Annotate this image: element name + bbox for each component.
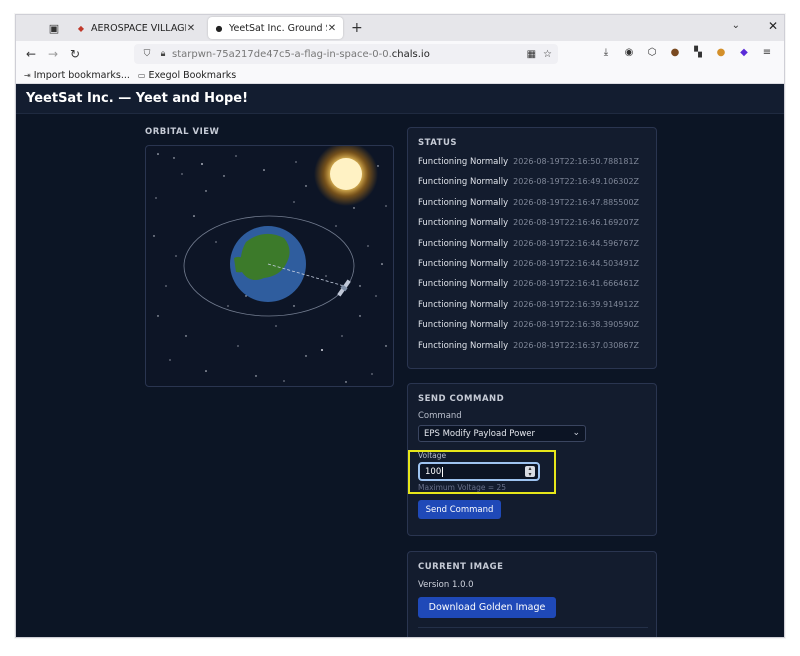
tab-close-icon[interactable]: ✕ bbox=[186, 23, 196, 34]
extension-diamond-icon[interactable]: ◆ bbox=[738, 47, 750, 58]
browser-window: ▣ ◆ AEROSPACE VILLAGE S ✕ ● YeetSat Inc.… bbox=[15, 14, 785, 638]
status-text: Functioning Normally bbox=[418, 259, 509, 269]
status-text: Functioning Normally bbox=[418, 320, 509, 330]
status-row: Functioning Normally 2026-08-19T22:16:47.… bbox=[418, 198, 639, 208]
nav-toolbar: ← → ↻ ⛉ 🔒︎ starpwn-75a217de47c5-a-flag-i… bbox=[16, 41, 784, 67]
send-command-heading: SEND COMMAND bbox=[418, 394, 505, 404]
status-row: Functioning Normally 2026-08-19T22:16:39.… bbox=[418, 300, 639, 310]
status-timestamp: 2026-08-19T22:16:50.788181Z bbox=[513, 157, 640, 166]
orbital-canvas bbox=[153, 146, 387, 383]
site-info-icon[interactable]: ⛉ bbox=[140, 49, 154, 59]
status-row: Functioning Normally 2026-08-19T22:16:49.… bbox=[418, 177, 639, 187]
tab-favicon-icon: ◆ bbox=[77, 23, 85, 33]
status-row: Functioning Normally 2026-08-19T22:16:46.… bbox=[418, 218, 639, 228]
voltage-stepper-icon[interactable]: ▴ ▾ bbox=[525, 466, 535, 477]
status-text: Functioning Normally bbox=[418, 239, 509, 249]
status-timestamp: 2026-08-19T22:16:47.885500Z bbox=[513, 198, 640, 207]
chevron-down-icon: ⌄ bbox=[572, 428, 580, 438]
downloads-icon[interactable]: ⤓ bbox=[600, 47, 612, 58]
current-image-heading: CURRENT IMAGE bbox=[418, 562, 504, 572]
tab-strip: ▣ ◆ AEROSPACE VILLAGE S ✕ ● YeetSat Inc.… bbox=[16, 15, 784, 41]
status-row: Functioning Normally 2026-08-19T22:16:41.… bbox=[418, 279, 639, 289]
status-timestamp: 2026-08-19T22:16:46.169207Z bbox=[513, 218, 640, 227]
extensions-icon[interactable]: ⬡ bbox=[646, 47, 658, 58]
address-bar[interactable]: ⛉ 🔒︎ starpwn-75a217de47c5-a-flag-in-spac… bbox=[134, 44, 558, 64]
page-header: YeetSat Inc. — Yeet and Hope! bbox=[16, 84, 784, 114]
tab-title: YeetSat Inc. Ground St bbox=[229, 22, 327, 34]
status-text: Functioning Normally bbox=[418, 300, 509, 310]
send-command-panel: SEND COMMAND Command EPS Modify Payload … bbox=[407, 383, 657, 536]
cookie-icon[interactable]: ● bbox=[669, 47, 681, 58]
command-select[interactable]: EPS Modify Payload Power ⌄ bbox=[418, 425, 586, 442]
status-timestamp: 2026-08-19T22:16:49.106302Z bbox=[513, 177, 640, 186]
orbital-view-label: ORBITAL VIEW bbox=[145, 127, 220, 137]
status-timestamp: 2026-08-19T22:16:39.914912Z bbox=[513, 300, 640, 309]
tab-list-chevron-icon[interactable]: ⌄ bbox=[732, 20, 740, 31]
reload-icon[interactable]: ↻ bbox=[64, 47, 86, 61]
status-text: Functioning Normally bbox=[418, 341, 509, 351]
voltage-value: 100 bbox=[425, 466, 442, 477]
text-caret bbox=[442, 466, 444, 477]
bookmark-label: Exegol Bookmarks bbox=[148, 69, 237, 81]
sun-icon bbox=[314, 146, 378, 206]
tab-title: AEROSPACE VILLAGE S bbox=[91, 22, 186, 34]
status-text: Functioning Normally bbox=[418, 218, 509, 228]
status-timestamp: 2026-08-19T22:16:41.666461Z bbox=[513, 279, 640, 288]
bookmarks-bar: ⇥ Import bookmarks... ▭ Exegol Bookmarks bbox=[16, 67, 784, 84]
status-text: Functioning Normally bbox=[418, 198, 509, 208]
status-row: Functioning Normally 2026-08-19T22:16:44.… bbox=[418, 239, 639, 249]
apps-grid-icon[interactable]: ▚ bbox=[692, 47, 704, 58]
image-version: Version 1.0.0 bbox=[418, 580, 474, 590]
back-arrow-icon[interactable]: ← bbox=[20, 47, 42, 61]
voltage-hint: Maximum Voltage = 25 bbox=[418, 483, 507, 492]
download-golden-image-button[interactable]: Download Golden Image bbox=[418, 597, 556, 618]
tab-aerospace-village[interactable]: ◆ AEROSPACE VILLAGE S ✕ bbox=[70, 17, 202, 39]
import-icon: ⇥ bbox=[24, 70, 31, 80]
qr-code-icon[interactable]: ▦ bbox=[527, 49, 536, 60]
menu-hamburger-icon[interactable]: ≡ bbox=[761, 47, 773, 58]
command-label: Command bbox=[418, 411, 462, 421]
divider bbox=[418, 627, 648, 628]
voltage-input[interactable]: 100 ▴ ▾ bbox=[418, 462, 540, 481]
command-select-value: EPS Modify Payload Power bbox=[424, 428, 536, 439]
satellite-icon bbox=[337, 279, 351, 297]
status-timestamp: 2026-08-19T22:16:44.596767Z bbox=[513, 239, 640, 248]
status-row: Functioning Normally 2026-08-19T22:16:37.… bbox=[418, 341, 639, 351]
status-text: Functioning Normally bbox=[418, 157, 509, 167]
status-panel: STATUS Functioning Normally 2026-08-19T22… bbox=[407, 127, 657, 369]
bookmark-label: Import bookmarks... bbox=[33, 69, 130, 81]
status-row: Functioning Normally 2026-08-19T22:16:38.… bbox=[418, 320, 639, 330]
tab-close-icon[interactable]: ✕ bbox=[327, 23, 337, 34]
url-prefix: starpwn-75a217de47c5-a-flag-in-space-0-0… bbox=[172, 48, 392, 60]
tab-favicon-icon: ● bbox=[215, 23, 223, 33]
status-heading: STATUS bbox=[418, 138, 458, 148]
status-row: Functioning Normally 2026-08-19T22:16:50.… bbox=[418, 157, 639, 167]
status-text: Functioning Normally bbox=[418, 177, 509, 187]
current-image-panel: CURRENT IMAGE Version 1.0.0 Download Gol… bbox=[407, 551, 657, 637]
bookmark-exegol[interactable]: ▭ Exegol Bookmarks bbox=[138, 70, 236, 81]
status-row: Functioning Normally 2026-08-19T22:16:44.… bbox=[418, 259, 639, 269]
send-command-button[interactable]: Send Command bbox=[418, 500, 501, 519]
page-content: YeetSat Inc. — Yeet and Hope! ORBITAL VI… bbox=[16, 84, 784, 637]
forward-arrow-icon[interactable]: → bbox=[42, 47, 64, 61]
bookmark-import[interactable]: ⇥ Import bookmarks... bbox=[24, 70, 130, 81]
voltage-label: Voltage bbox=[418, 451, 447, 460]
orbital-view bbox=[145, 145, 394, 387]
account-icon[interactable]: ◉ bbox=[623, 47, 635, 58]
url-domain: chals.io bbox=[391, 48, 430, 60]
new-tab-icon[interactable]: + bbox=[351, 20, 365, 36]
window-close-icon[interactable]: ✕ bbox=[768, 19, 778, 33]
status-timestamp: 2026-08-19T22:16:37.030867Z bbox=[513, 341, 640, 350]
status-timestamp: 2026-08-19T22:16:38.390590Z bbox=[513, 320, 640, 329]
bookmark-star-icon[interactable]: ☆ bbox=[543, 49, 552, 60]
status-timestamp: 2026-08-19T22:16:44.503491Z bbox=[513, 259, 640, 268]
tab-yeetsat[interactable]: ● YeetSat Inc. Ground St ✕ bbox=[208, 17, 343, 39]
lock-icon: 🔒︎ bbox=[160, 49, 166, 59]
page-title: YeetSat Inc. — Yeet and Hope! bbox=[26, 91, 249, 106]
folder-icon: ▭ bbox=[137, 70, 146, 80]
cookie-editor-icon[interactable]: ● bbox=[715, 47, 727, 58]
tab-overview-icon[interactable]: ▣ bbox=[44, 20, 64, 36]
status-text: Functioning Normally bbox=[418, 279, 509, 289]
